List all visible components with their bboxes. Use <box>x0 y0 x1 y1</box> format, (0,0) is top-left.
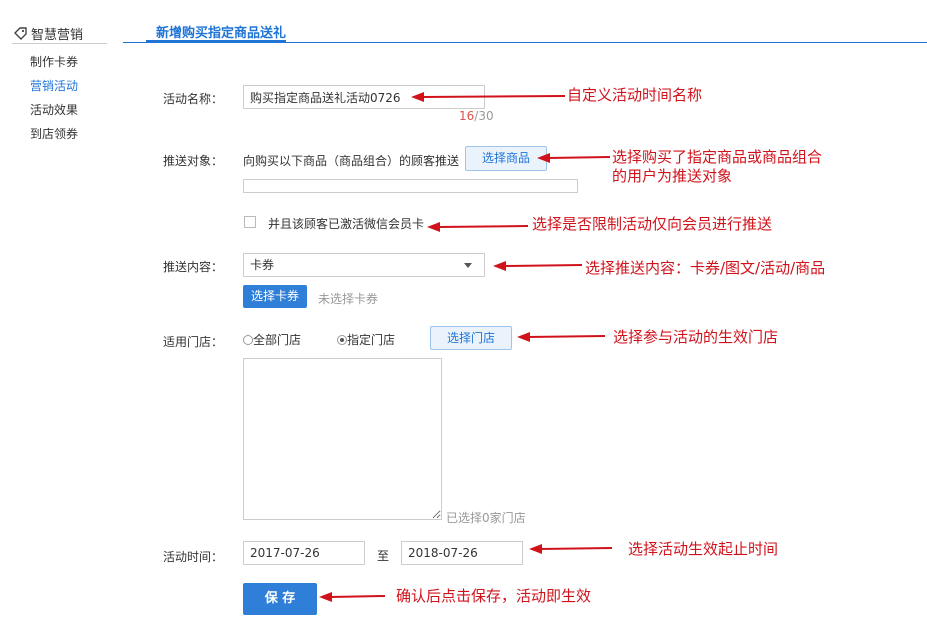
annotation-member: 选择是否限制活动仅向会员进行推送 <box>532 215 773 233</box>
arrow-line-name <box>421 95 566 98</box>
arrow-line-save <box>329 595 386 598</box>
arrowhead-time <box>529 544 542 554</box>
annotation-stores: 选择参与活动的生效门店 <box>613 328 779 346</box>
arrowhead-target <box>537 153 550 163</box>
annotation-target-line1: 选择购买了指定商品或商品组合 <box>612 148 823 166</box>
annotation-name: 自定义活动时间名称 <box>567 86 703 104</box>
arrow-line-target <box>547 156 611 159</box>
arrow-line-time <box>539 547 613 550</box>
annotation-save: 确认后点击保存，活动即生效 <box>396 587 592 605</box>
arrowhead-stores <box>517 332 530 342</box>
arrowhead-save <box>319 592 332 602</box>
annotation-arrows <box>319 92 613 602</box>
arrow-line-member <box>437 225 529 228</box>
arrowhead-content <box>493 261 506 271</box>
arrowhead-name <box>411 92 424 102</box>
arrow-line-content <box>503 264 583 267</box>
arrowhead-member <box>427 222 440 232</box>
annotation-target-line2: 的用户为推送对象 <box>612 167 733 185</box>
annotation-content: 选择推送内容：卡券/图文/活动/商品 <box>585 259 826 277</box>
annotation-time: 选择活动生效起止时间 <box>628 540 779 558</box>
arrow-line-stores <box>527 335 606 338</box>
